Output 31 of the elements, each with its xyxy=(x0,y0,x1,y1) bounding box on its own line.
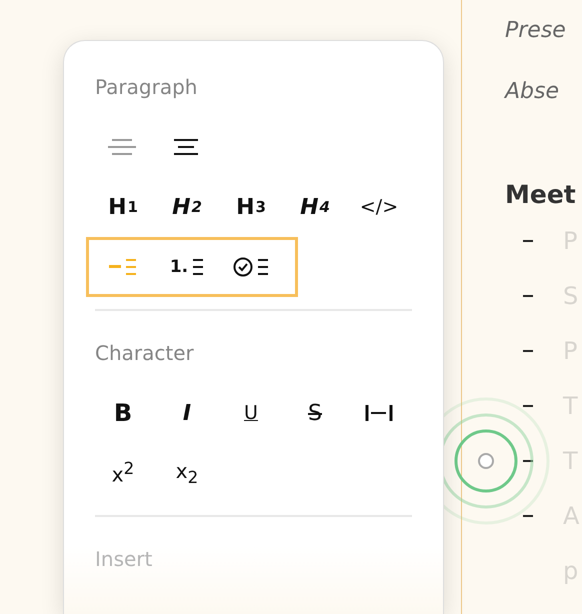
dash-icon xyxy=(109,265,121,269)
field-label: Prese xyxy=(505,18,567,43)
list-dash xyxy=(523,350,533,352)
underline-button[interactable]: U xyxy=(226,391,276,435)
section-heading: Meet xyxy=(505,180,577,209)
script-button[interactable]: x$_{2}$ xyxy=(162,451,212,495)
code-block-button[interactable]: </> xyxy=(354,185,404,229)
strikethrough-button[interactable]: S xyxy=(290,391,340,435)
section-title: Character xyxy=(95,341,195,365)
list-dash xyxy=(523,240,533,242)
list-dash xyxy=(523,460,533,462)
lines-icon xyxy=(257,258,269,276)
check-circle-icon xyxy=(233,257,253,277)
list-dash xyxy=(523,514,533,516)
section-title: Paragraph xyxy=(95,75,198,99)
italic-button[interactable]: I xyxy=(162,391,212,435)
letter-spacing-icon xyxy=(364,403,394,423)
lines-icon xyxy=(125,258,137,276)
script-button[interactable]: x$^{2}$ xyxy=(98,451,148,495)
list-dash xyxy=(523,404,533,406)
field-label: Abse xyxy=(505,79,560,104)
heading-button[interactable]: H 1 xyxy=(98,185,148,229)
heading-button[interactable]: H 3 xyxy=(226,185,276,229)
heading-button[interactable]: H4 xyxy=(290,185,340,229)
bold-button[interactable]: B xyxy=(98,391,148,435)
numbered-list-button[interactable]: 1. xyxy=(162,245,212,289)
list-dash xyxy=(523,294,533,296)
align-left-icon xyxy=(108,137,138,157)
heading-button[interactable]: H2 xyxy=(162,185,212,229)
lines-icon xyxy=(192,258,204,276)
section-title: Insert xyxy=(95,547,154,571)
